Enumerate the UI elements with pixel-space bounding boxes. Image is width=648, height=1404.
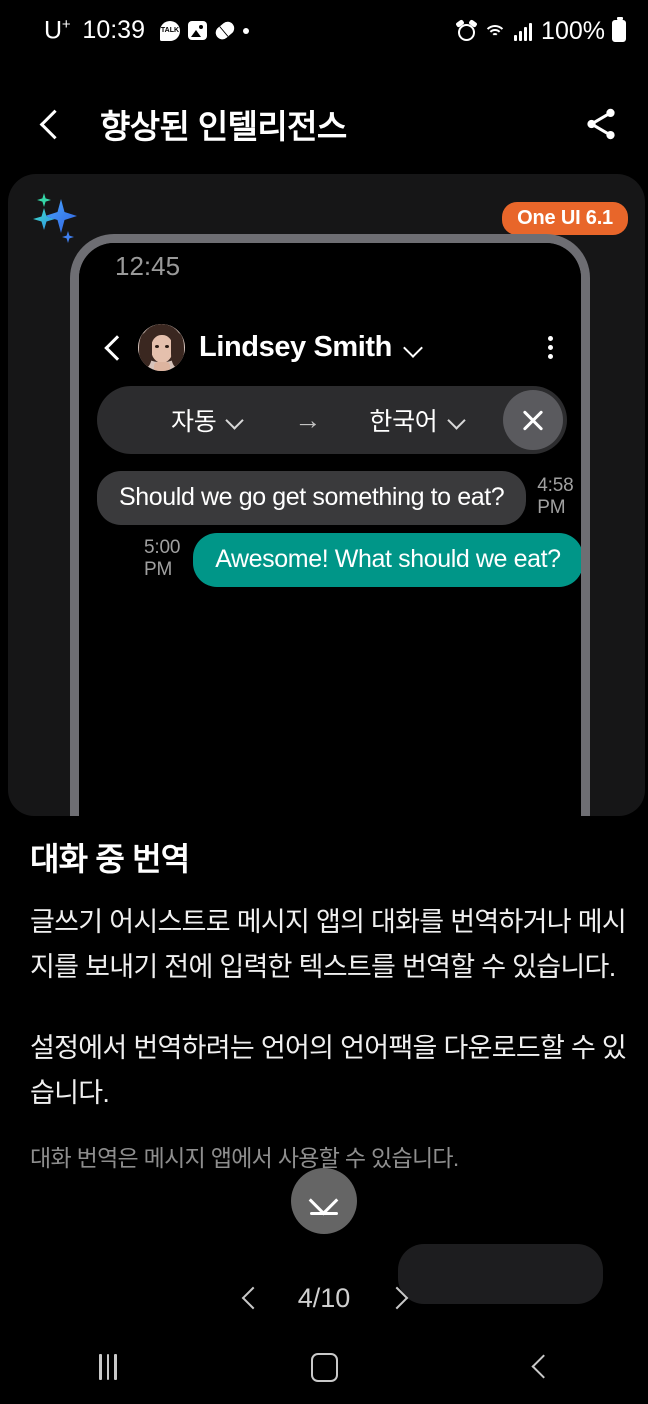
dot-icon <box>242 27 249 34</box>
pager: 4/10 <box>0 1274 648 1322</box>
kebab-menu-icon[interactable] <box>544 332 557 363</box>
message-timestamp: 5:00 PM <box>144 537 181 580</box>
nav-home-button[interactable] <box>216 1330 432 1404</box>
feature-description: 대화 중 번역 글쓰기 어시스트로 메시지 앱의 대화를 번역하거나 메시지를 … <box>30 840 630 1174</box>
version-badge: One UI 6.1 <box>502 202 628 235</box>
status-bar: U+ 10:39 TALK 100% <box>0 0 648 62</box>
status-clock: 10:39 <box>82 16 145 45</box>
pager-label: 4/10 <box>297 1282 351 1313</box>
target-language-selector[interactable]: 한국어 <box>369 402 465 438</box>
message-timestamp: 4:58 PM <box>537 475 574 518</box>
contact-name: Lindsey Smith <box>199 330 392 363</box>
system-nav-bar <box>0 1330 648 1404</box>
app-bar: 향상된 인텔리전스 <box>0 85 648 163</box>
message-row-incoming: Should we go get something to eat? 4:58 … <box>97 471 581 525</box>
feature-paragraph-1: 글쓰기 어시스트로 메시지 앱의 대화를 번역하거나 메시지를 보내기 전에 입… <box>30 907 627 983</box>
carrier-label: U+ <box>44 16 71 45</box>
chevron-down-icon <box>449 412 466 429</box>
translation-bar: 자동 → 한국어 <box>97 386 567 454</box>
phone-screen: U+ 10:39 TALK 100% 향상된 인텔리전스 One UI 6.1 … <box>0 0 648 1404</box>
gallery-icon <box>187 21 207 41</box>
nav-recents-button[interactable] <box>0 1330 216 1404</box>
phone-mockup: 12:45 Lindsey Smith 자동 → 한국어 Should we g… <box>70 234 590 816</box>
pager-prev-button[interactable] <box>236 1285 262 1311</box>
message-bubble: Awesome! What should we eat? <box>193 533 581 587</box>
feature-paragraph-2: 설정에서 번역하려는 언어의 언어팩을 다운로드할 수 있습니다. <box>30 1033 627 1108</box>
kakaotalk-icon: TALK <box>159 20 180 41</box>
pill-icon <box>213 19 237 43</box>
feature-card: One UI 6.1 12:45 Lindsey Smith 자동 → 한국어 … <box>8 174 645 816</box>
feature-heading: 대화 중 번역 <box>30 841 190 877</box>
wifi-icon <box>483 22 507 41</box>
chevron-down-icon[interactable] <box>404 338 423 357</box>
nav-back-button[interactable] <box>432 1330 648 1404</box>
back-icon <box>527 1354 553 1380</box>
share-icon[interactable] <box>582 105 620 143</box>
home-icon <box>310 1352 338 1382</box>
chat-header: Lindsey Smith <box>79 317 581 377</box>
alarm-icon <box>457 22 476 41</box>
signal-icon <box>514 22 533 41</box>
source-language-selector[interactable]: 자동 <box>171 402 244 438</box>
recents-icon <box>99 1354 117 1380</box>
status-bar-left: U+ 10:39 TALK <box>44 16 249 45</box>
ai-sparkle-icon <box>24 188 84 248</box>
chevron-down-icon <box>227 412 244 429</box>
battery-percent-label: 100% <box>541 16 605 45</box>
chat-back-icon[interactable] <box>97 331 129 363</box>
message-bubble: Should we go get something to eat? <box>97 471 527 525</box>
phone-screen-inner: 12:45 Lindsey Smith 자동 → 한국어 Should we g… <box>79 243 581 816</box>
source-language-label: 자동 <box>171 408 217 436</box>
mockup-status-time: 12:45 <box>115 251 181 281</box>
battery-icon <box>612 17 626 42</box>
back-icon[interactable] <box>30 104 70 144</box>
pager-next-button[interactable] <box>386 1285 412 1311</box>
close-icon[interactable] <box>503 390 563 450</box>
notification-icons: TALK <box>159 19 249 43</box>
scroll-to-bottom-icon[interactable] <box>291 1168 357 1234</box>
page-title: 향상된 인텔리전스 <box>100 108 347 145</box>
translate-direction-arrow: → <box>294 404 322 435</box>
contact-avatar <box>138 323 185 371</box>
status-bar-right: 100% <box>457 17 626 46</box>
target-language-label: 한국어 <box>369 408 438 436</box>
message-row-outgoing: 5:00 PM Awesome! What should we eat? <box>144 533 581 587</box>
